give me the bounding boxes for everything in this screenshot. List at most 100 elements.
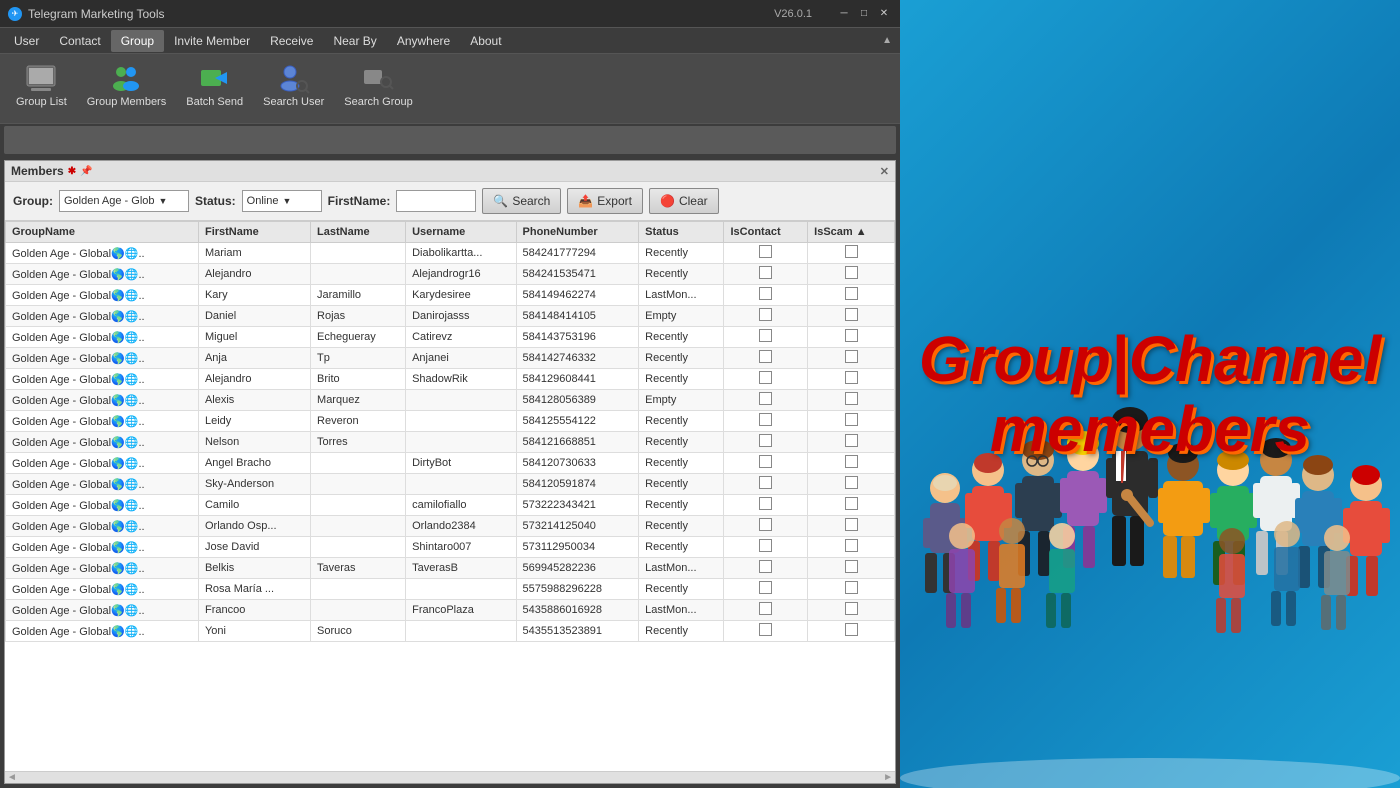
menu-contact[interactable]: Contact — [49, 30, 110, 52]
cell-isscam[interactable] — [808, 306, 895, 327]
scam-checkbox[interactable] — [845, 413, 858, 426]
cell-iscontact[interactable] — [724, 537, 808, 558]
horizontal-scrollbar[interactable]: ◄ ► — [5, 771, 895, 783]
scam-checkbox[interactable] — [845, 623, 858, 636]
scroll-left-arrow[interactable]: ◄ — [7, 772, 17, 783]
col-status[interactable]: Status — [639, 222, 724, 243]
contact-checkbox[interactable] — [759, 455, 772, 468]
contact-checkbox[interactable] — [759, 350, 772, 363]
table-row[interactable]: Golden Age - Global🌎🌐.. Daniel Rojas Dan… — [6, 306, 895, 327]
scam-checkbox[interactable] — [845, 371, 858, 384]
minimize-button[interactable]: ─ — [836, 6, 852, 22]
cell-iscontact[interactable] — [724, 264, 808, 285]
table-row[interactable]: Golden Age - Global🌎🌐.. Yoni Soruco 5435… — [6, 621, 895, 642]
scam-checkbox[interactable] — [845, 329, 858, 342]
cell-isscam[interactable] — [808, 474, 895, 495]
scam-checkbox[interactable] — [845, 266, 858, 279]
contact-checkbox[interactable] — [759, 539, 772, 552]
toolbar-group-members[interactable]: Group Members — [79, 58, 174, 112]
contact-checkbox[interactable] — [759, 434, 772, 447]
menu-receive[interactable]: Receive — [260, 30, 323, 52]
status-dropdown[interactable]: Online ▼ — [242, 190, 322, 212]
table-row[interactable]: Golden Age - Global🌎🌐.. Jose David Shint… — [6, 537, 895, 558]
cell-isscam[interactable] — [808, 390, 895, 411]
table-row[interactable]: Golden Age - Global🌎🌐.. Leidy Reveron 58… — [6, 411, 895, 432]
cell-isscam[interactable] — [808, 453, 895, 474]
cell-iscontact[interactable] — [724, 285, 808, 306]
table-row[interactable]: Golden Age - Global🌎🌐.. Miguel Echeguera… — [6, 327, 895, 348]
table-row[interactable]: Golden Age - Global🌎🌐.. Orlando Osp... O… — [6, 516, 895, 537]
cell-isscam[interactable] — [808, 264, 895, 285]
scam-checkbox[interactable] — [845, 497, 858, 510]
scam-checkbox[interactable] — [845, 539, 858, 552]
toolbar-search-user[interactable]: Search User — [255, 58, 332, 112]
cell-isscam[interactable] — [808, 327, 895, 348]
group-dropdown[interactable]: Golden Age - Glob ▼ — [59, 190, 189, 212]
firstname-input[interactable] — [396, 190, 476, 212]
scam-checkbox[interactable] — [845, 287, 858, 300]
clear-button[interactable]: 🔴 Clear — [649, 188, 719, 214]
cell-isscam[interactable] — [808, 432, 895, 453]
scam-checkbox[interactable] — [845, 581, 858, 594]
table-row[interactable]: Golden Age - Global🌎🌐.. Sky-Anderson 584… — [6, 474, 895, 495]
cell-isscam[interactable] — [808, 411, 895, 432]
cell-isscam[interactable] — [808, 516, 895, 537]
contact-checkbox[interactable] — [759, 602, 772, 615]
scam-checkbox[interactable] — [845, 350, 858, 363]
search-button[interactable]: 🔍 Search — [482, 188, 561, 214]
cell-iscontact[interactable] — [724, 243, 808, 264]
scam-checkbox[interactable] — [845, 602, 858, 615]
scam-checkbox[interactable] — [845, 518, 858, 531]
table-row[interactable]: Golden Age - Global🌎🌐.. Angel Bracho Dir… — [6, 453, 895, 474]
col-firstname[interactable]: FirstName — [198, 222, 310, 243]
members-table-container[interactable]: GroupName FirstName LastName Username Ph… — [5, 221, 895, 771]
col-lastname[interactable]: LastName — [311, 222, 406, 243]
table-row[interactable]: Golden Age - Global🌎🌐.. Nelson Torres 58… — [6, 432, 895, 453]
scam-checkbox[interactable] — [845, 434, 858, 447]
cell-isscam[interactable] — [808, 558, 895, 579]
col-username[interactable]: Username — [406, 222, 516, 243]
table-row[interactable]: Golden Age - Global🌎🌐.. Alejandro Brito … — [6, 369, 895, 390]
export-button[interactable]: 📤 Export — [567, 188, 643, 214]
cell-iscontact[interactable] — [724, 579, 808, 600]
contact-checkbox[interactable] — [759, 308, 772, 321]
cell-iscontact[interactable] — [724, 411, 808, 432]
cell-iscontact[interactable] — [724, 558, 808, 579]
table-row[interactable]: Golden Age - Global🌎🌐.. Francoo FrancoPl… — [6, 600, 895, 621]
cell-isscam[interactable] — [808, 348, 895, 369]
cell-iscontact[interactable] — [724, 453, 808, 474]
scroll-right-arrow[interactable]: ► — [883, 772, 893, 783]
contact-checkbox[interactable] — [759, 497, 772, 510]
table-row[interactable]: Golden Age - Global🌎🌐.. Belkis Taveras T… — [6, 558, 895, 579]
cell-iscontact[interactable] — [724, 306, 808, 327]
scam-checkbox[interactable] — [845, 476, 858, 489]
table-row[interactable]: Golden Age - Global🌎🌐.. Camilo camilofia… — [6, 495, 895, 516]
col-iscontact[interactable]: IsContact — [724, 222, 808, 243]
table-row[interactable]: Golden Age - Global🌎🌐.. Alejandro Alejan… — [6, 264, 895, 285]
cell-iscontact[interactable] — [724, 348, 808, 369]
panel-pin[interactable]: 📌 — [80, 166, 92, 177]
table-row[interactable]: Golden Age - Global🌎🌐.. Kary Jaramillo K… — [6, 285, 895, 306]
menu-user[interactable]: User — [4, 30, 49, 52]
cell-isscam[interactable] — [808, 243, 895, 264]
contact-checkbox[interactable] — [759, 287, 772, 300]
cell-isscam[interactable] — [808, 621, 895, 642]
cell-iscontact[interactable] — [724, 495, 808, 516]
contact-checkbox[interactable] — [759, 371, 772, 384]
table-row[interactable]: Golden Age - Global🌎🌐.. Rosa María ... 5… — [6, 579, 895, 600]
contact-checkbox[interactable] — [759, 392, 772, 405]
table-row[interactable]: Golden Age - Global🌎🌐.. Alexis Marquez 5… — [6, 390, 895, 411]
contact-checkbox[interactable] — [759, 518, 772, 531]
menu-near-by[interactable]: Near By — [323, 30, 386, 52]
contact-checkbox[interactable] — [759, 560, 772, 573]
cell-iscontact[interactable] — [724, 390, 808, 411]
cell-isscam[interactable] — [808, 285, 895, 306]
menu-about[interactable]: About — [460, 30, 511, 52]
menu-anywhere[interactable]: Anywhere — [387, 30, 460, 52]
close-button[interactable]: ✕ — [876, 6, 892, 22]
contact-checkbox[interactable] — [759, 245, 772, 258]
table-row[interactable]: Golden Age - Global🌎🌐.. Anja Tp Anjanei … — [6, 348, 895, 369]
cell-iscontact[interactable] — [724, 474, 808, 495]
menu-group[interactable]: Group — [111, 30, 164, 52]
scam-checkbox[interactable] — [845, 392, 858, 405]
